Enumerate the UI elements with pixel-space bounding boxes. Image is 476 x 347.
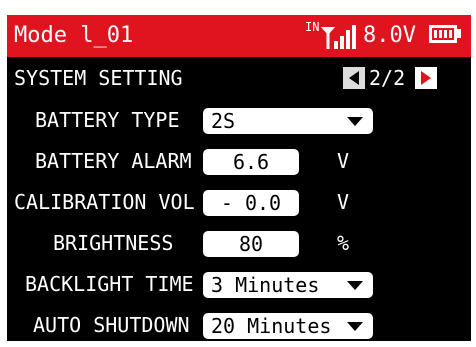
auto-shutdown-value: 20 Minutes (211, 314, 332, 338)
calibration-vol-unit: V (337, 190, 350, 214)
battery-alarm-unit: V (337, 149, 350, 173)
battery-nub (457, 29, 461, 38)
signal-icon: IN (305, 21, 357, 51)
page-prev-icon[interactable] (343, 67, 365, 89)
page-title: SYSTEM SETTING (14, 66, 183, 90)
auto-shutdown-label: AUTO SHUTDOWN (33, 313, 190, 337)
page-next-icon[interactable] (415, 67, 437, 89)
brightness-value: 80 (238, 232, 264, 256)
calibration-vol-value: - 0.0 (220, 191, 282, 215)
battery-alarm-input[interactable]: 6.6 (203, 149, 299, 175)
auto-shutdown-select[interactable]: 20 Minutes (203, 313, 373, 339)
dropdown-caret-icon (347, 322, 363, 331)
battery-type-select[interactable]: 2S (203, 108, 373, 134)
battery-voltage: 8.0V (363, 23, 416, 48)
backlight-time-select[interactable]: 3 Minutes (203, 272, 373, 298)
battery-alarm-value: 6.6 (232, 150, 270, 174)
page-indicator: 2/2 (369, 66, 406, 90)
calibration-vol-label: CALIBRATION VOL (14, 190, 195, 214)
brightness-unit: % (337, 231, 350, 255)
brightness-input[interactable]: 80 (203, 231, 299, 257)
device-screen: Mode l_01 IN 8.0V SYSTEM SETTING 2/2 BAT… (7, 15, 471, 341)
calibration-vol-input[interactable]: - 0.0 (203, 190, 299, 216)
dropdown-caret-icon (347, 117, 363, 126)
battery-alarm-label: BATTERY ALARM (35, 149, 192, 173)
title-bar: Mode l_01 IN 8.0V (7, 15, 471, 57)
dropdown-caret-icon (347, 281, 363, 290)
backlight-time-label: BACKLIGHT TIME (25, 272, 194, 296)
battery-type-value: 2S (211, 109, 236, 133)
battery-type-label: BATTERY TYPE (35, 108, 180, 132)
brightness-label: BRIGHTNESS (53, 231, 174, 255)
battery-icon (429, 25, 457, 43)
backlight-time-value: 3 Minutes (211, 273, 320, 297)
model-name: Mode l_01 (14, 23, 134, 48)
